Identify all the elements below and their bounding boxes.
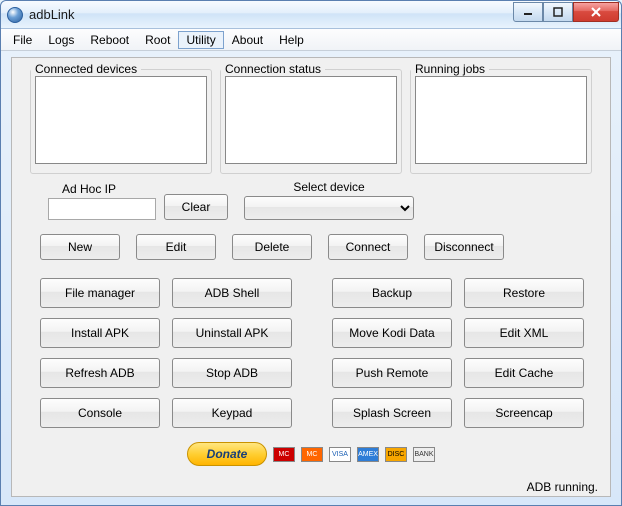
menu-logs[interactable]: Logs: [40, 31, 82, 49]
restore-button[interactable]: Restore: [464, 278, 584, 308]
amex-card-icon: AMEX: [357, 447, 379, 462]
delete-button[interactable]: Delete: [232, 234, 312, 260]
refresh-adb-button[interactable]: Refresh ADB: [40, 358, 160, 388]
menu-reboot[interactable]: Reboot: [82, 31, 137, 49]
titlebar: adbLink: [1, 1, 621, 29]
screencap-button[interactable]: Screencap: [464, 398, 584, 428]
running-jobs-panel: Running jobs: [410, 62, 592, 174]
connection-status-list[interactable]: [225, 76, 397, 164]
edit-cache-button[interactable]: Edit Cache: [464, 358, 584, 388]
mastercard-icon: MC: [301, 447, 323, 462]
menubar: File Logs Reboot Root Utility About Help: [1, 29, 621, 51]
keypad-button[interactable]: Keypad: [172, 398, 292, 428]
edit-button[interactable]: Edit: [136, 234, 216, 260]
maximize-button[interactable]: [543, 2, 573, 22]
adb-shell-button[interactable]: ADB Shell: [172, 278, 292, 308]
window-title: adbLink: [29, 7, 513, 22]
app-window: adbLink File Logs Reboot Root Utility Ab…: [0, 0, 622, 506]
push-remote-button[interactable]: Push Remote: [332, 358, 452, 388]
visa-card-icon: VISA: [329, 447, 351, 462]
console-button[interactable]: Console: [40, 398, 160, 428]
select-device-dropdown[interactable]: [244, 196, 414, 220]
move-kodi-data-button[interactable]: Move Kodi Data: [332, 318, 452, 348]
edit-xml-button[interactable]: Edit XML: [464, 318, 584, 348]
new-button[interactable]: New: [40, 234, 120, 260]
menu-root[interactable]: Root: [137, 31, 178, 49]
connected-devices-panel: Connected devices: [30, 62, 212, 174]
splash-screen-button[interactable]: Splash Screen: [332, 398, 452, 428]
status-text: ADB running.: [527, 480, 598, 494]
select-device-label: Select device: [244, 180, 414, 194]
connection-status-panel: Connection status: [220, 62, 402, 174]
client-area: Connected devices Connection status Runn…: [11, 57, 611, 497]
close-button[interactable]: [573, 2, 619, 22]
discover-card-icon: DISC: [385, 447, 407, 462]
backup-button[interactable]: Backup: [332, 278, 452, 308]
adhoc-ip-label: Ad Hoc IP: [48, 182, 156, 196]
running-jobs-list[interactable]: [415, 76, 587, 164]
connect-button[interactable]: Connect: [328, 234, 408, 260]
tools-left-grid: File manager ADB Shell Install APK Unins…: [40, 278, 292, 428]
menu-help[interactable]: Help: [271, 31, 312, 49]
stop-adb-button[interactable]: Stop ADB: [172, 358, 292, 388]
window-controls: [513, 2, 619, 22]
bank-card-icon: BANK: [413, 447, 435, 462]
connected-devices-label: Connected devices: [31, 62, 141, 76]
uninstall-apk-button[interactable]: Uninstall APK: [172, 318, 292, 348]
disconnect-button[interactable]: Disconnect: [424, 234, 504, 260]
file-manager-button[interactable]: File manager: [40, 278, 160, 308]
app-icon: [7, 7, 23, 23]
tools-right-grid: Backup Restore Move Kodi Data Edit XML P…: [332, 278, 584, 428]
connected-devices-list[interactable]: [35, 76, 207, 164]
running-jobs-label: Running jobs: [411, 62, 489, 76]
connection-status-label: Connection status: [221, 62, 325, 76]
clear-button[interactable]: Clear: [164, 194, 228, 220]
install-apk-button[interactable]: Install APK: [40, 318, 160, 348]
minimize-button[interactable]: [513, 2, 543, 22]
menu-about[interactable]: About: [224, 31, 271, 49]
donate-button[interactable]: Donate: [187, 442, 267, 466]
adhoc-ip-input[interactable]: [48, 198, 156, 220]
maestro-card-icon: MC: [273, 447, 295, 462]
menu-file[interactable]: File: [5, 31, 40, 49]
menu-utility[interactable]: Utility: [178, 31, 223, 49]
